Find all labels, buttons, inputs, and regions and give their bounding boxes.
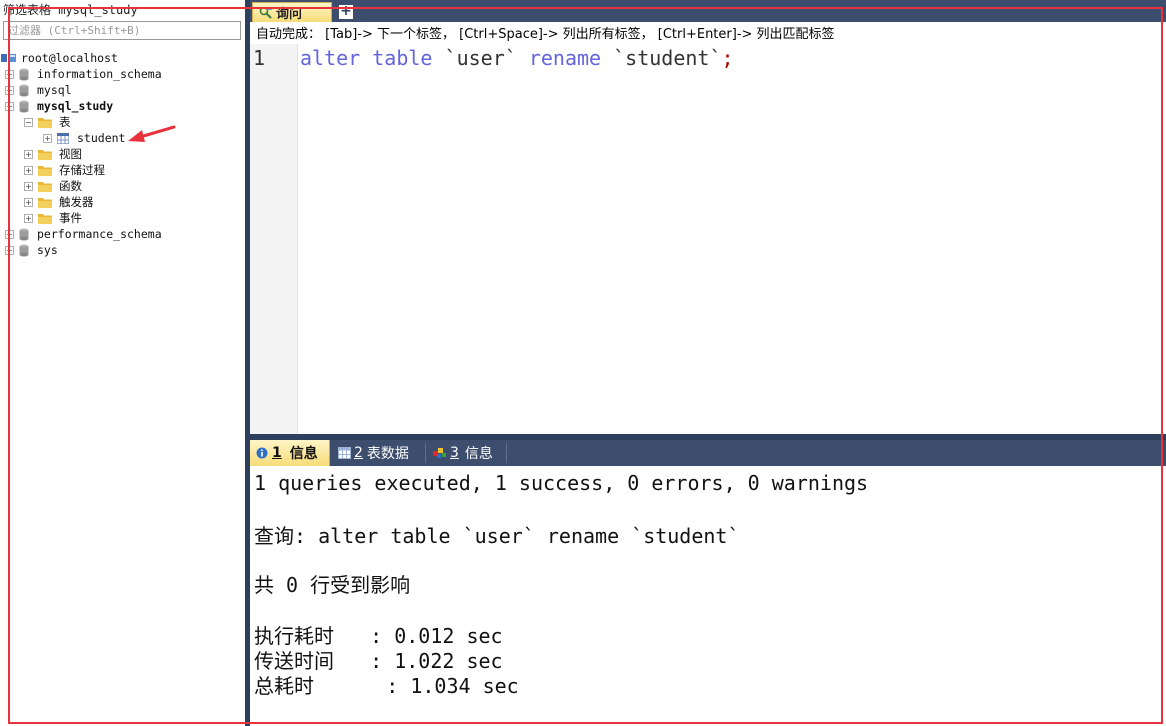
line-gutter: 1: [250, 44, 298, 434]
db-label: performance_schema: [37, 227, 162, 241]
tab-number: 3: [450, 445, 459, 461]
folder-icon: [38, 182, 52, 192]
identifier-old-table: `user`: [444, 46, 517, 70]
result-tab-bar: 1 信息 2 表数据 3 信息: [250, 440, 1166, 466]
folder-icon: [38, 214, 52, 224]
folder-label: 函数: [59, 179, 82, 193]
folder-icon: [38, 198, 52, 208]
keyword-table: table: [372, 46, 433, 70]
annotation-arrow-icon: [128, 125, 176, 142]
database-icon: [19, 68, 29, 80]
expand-icon[interactable]: +: [24, 213, 33, 223]
expand-icon[interactable]: +: [5, 69, 14, 79]
tab-number: 2: [354, 445, 363, 461]
folder-label: 事件: [59, 211, 82, 225]
table-icon: [57, 132, 69, 144]
table-data-icon: [338, 447, 351, 459]
db-label: mysql: [37, 83, 72, 97]
tree-node-server[interactable]: root@localhost: [1, 50, 118, 66]
line-number: 1: [253, 46, 266, 70]
expand-icon[interactable]: +: [5, 245, 14, 255]
tree-node-events-folder[interactable]: + 事件: [24, 210, 82, 226]
collapse-icon[interactable]: −: [24, 117, 33, 127]
tab-query-label: 询问: [276, 7, 303, 22]
db-label: information_schema: [37, 67, 162, 81]
keyword-alter: alter: [300, 46, 361, 70]
expand-icon[interactable]: +: [5, 85, 14, 95]
expand-icon[interactable]: +: [24, 197, 33, 207]
info-icon: [256, 447, 268, 459]
tree-node-db-information-schema[interactable]: + information_schema: [5, 66, 162, 82]
tab-divider: [425, 443, 426, 463]
sql-editor[interactable]: 1 alter table `user` rename `student`;: [250, 44, 1166, 434]
folder-label: 视图: [59, 147, 82, 161]
tree-node-functions-folder[interactable]: + 函数: [24, 178, 82, 194]
summary-line: 1 queries executed, 1 success, 0 errors,…: [254, 471, 869, 495]
folder-icon: [38, 118, 52, 128]
add-tab-button[interactable]: +: [339, 4, 353, 19]
tree-node-db-mysql[interactable]: + mysql: [5, 82, 72, 98]
identifier-new-table: `student`: [613, 46, 722, 70]
expand-icon[interactable]: +: [24, 165, 33, 175]
total-time-line: 总耗时 : 1.034 sec: [254, 674, 519, 698]
folder-icon: [38, 150, 52, 160]
database-icon: [19, 84, 29, 96]
object-browser: 筛选表格 mysql_study root@localhost + inform…: [0, 0, 245, 726]
expand-icon[interactable]: +: [5, 229, 14, 239]
tab-divider: [506, 443, 507, 463]
folder-icon: [38, 166, 52, 176]
tree-node-triggers-folder[interactable]: + 触发器: [24, 194, 94, 210]
database-icon: [19, 244, 29, 256]
folder-label: 表: [59, 115, 71, 129]
db-label: mysql_study: [37, 99, 114, 113]
tree-node-db-sys[interactable]: + sys: [5, 242, 58, 258]
tree-node-db-performance-schema[interactable]: + performance_schema: [5, 226, 162, 242]
db-label: sys: [37, 243, 58, 257]
tree-node-tables-folder[interactable]: − 表: [24, 114, 71, 130]
info-grid-icon: [433, 448, 446, 458]
tab-table-data[interactable]: 2 表数据: [332, 440, 426, 466]
database-icon: [19, 228, 29, 240]
tab-label: 信息: [289, 446, 318, 462]
semicolon: ;: [721, 46, 734, 70]
affected-rows-line: 共 0 行受到影响: [254, 573, 411, 597]
keyword-rename: rename: [528, 46, 602, 70]
filter-input[interactable]: [3, 21, 241, 40]
expand-icon[interactable]: +: [43, 133, 52, 143]
filter-title: 筛选表格 mysql_study: [3, 3, 138, 17]
tab-messages[interactable]: 1 信息: [250, 440, 330, 466]
folder-label: 存储过程: [59, 163, 105, 177]
tab-number: 1: [272, 445, 282, 461]
server-icon: [1, 54, 16, 62]
tree-node-db-mysql-study[interactable]: − mysql_study: [5, 98, 113, 114]
tree-node-table-student[interactable]: + student: [43, 130, 125, 146]
folder-label: 触发器: [59, 195, 94, 209]
collapse-icon[interactable]: −: [5, 101, 14, 111]
query-tab-bar: 询问 +: [250, 0, 1166, 22]
query-line: 查询: alter table `user` rename `student`: [254, 524, 740, 548]
tab-query[interactable]: 询问: [252, 2, 332, 22]
tree-node-views-folder[interactable]: + 视图: [24, 146, 82, 162]
tab-label: 信息: [464, 446, 493, 462]
table-label: student: [77, 131, 126, 145]
query-icon: [259, 6, 272, 19]
messages-pane[interactable]: 1 queries executed, 1 success, 0 errors,…: [250, 466, 1166, 726]
code-line[interactable]: alter table `user` rename `student`;: [300, 46, 734, 70]
autocomplete-hint: 自动完成： [Tab]-> 下一个标签， [Ctrl+Space]-> 列出所有…: [250, 25, 1166, 43]
tree-node-procedures-folder[interactable]: + 存储过程: [24, 162, 105, 178]
expand-icon[interactable]: +: [24, 149, 33, 159]
server-label: root@localhost: [21, 51, 118, 65]
database-icon: [19, 100, 29, 112]
tab-info[interactable]: 3 信息: [427, 440, 507, 466]
tab-label: 表数据: [366, 446, 409, 462]
expand-icon[interactable]: +: [24, 181, 33, 191]
